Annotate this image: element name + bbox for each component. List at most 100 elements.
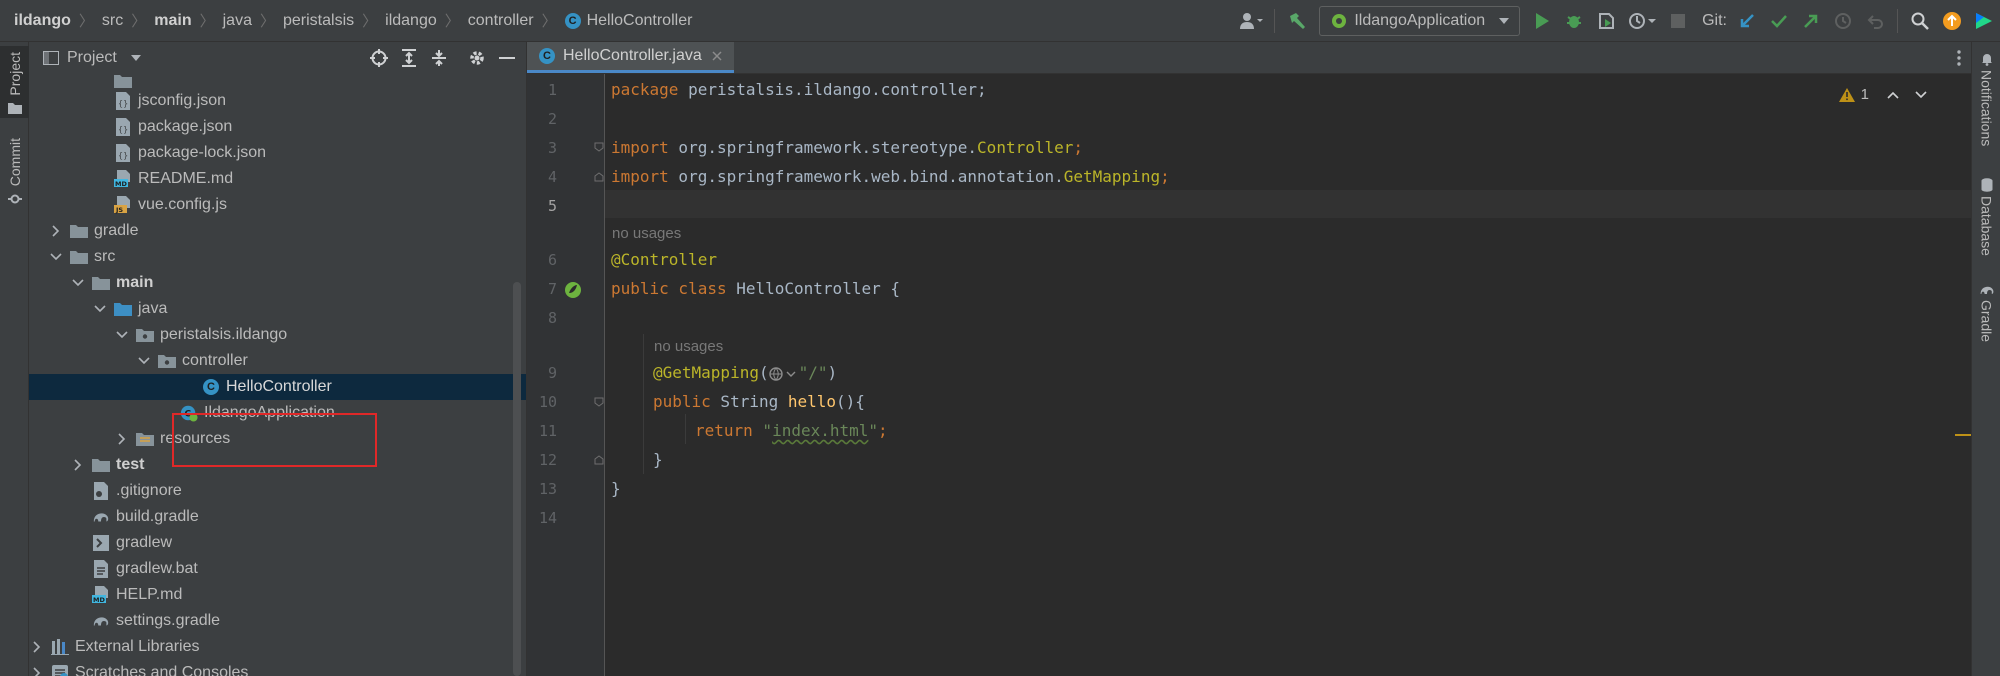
breadcrumb-main[interactable]: main bbox=[154, 12, 191, 30]
project-view-dropdown[interactable] bbox=[130, 55, 141, 61]
tool-window-project-tab[interactable]: Project bbox=[0, 46, 29, 118]
chevron-down-icon[interactable] bbox=[70, 275, 86, 291]
tree-row-hellocontroller[interactable]: C HelloController bbox=[29, 374, 526, 400]
git-commit-check-icon[interactable] bbox=[1763, 5, 1795, 37]
chevron-right-icon[interactable] bbox=[29, 665, 45, 676]
tree-row-gitignore[interactable]: .gitignore bbox=[29, 478, 526, 504]
git-rollback-icon[interactable] bbox=[1859, 5, 1891, 37]
git-history-icon[interactable] bbox=[1827, 5, 1859, 37]
svg-text:{}: {} bbox=[118, 125, 128, 134]
warning-icon bbox=[1838, 87, 1855, 102]
inlay-hint-no-usages[interactable]: no usages bbox=[612, 225, 681, 242]
tree-row-package-controller[interactable]: controller bbox=[29, 348, 526, 374]
search-icon[interactable] bbox=[1904, 5, 1936, 37]
tree-label: build.gradle bbox=[116, 508, 199, 525]
spring-bean-gutter-icon[interactable] bbox=[563, 280, 583, 300]
tree-row-external-libraries[interactable]: External Libraries bbox=[29, 634, 526, 660]
tool-window-gradle-tab[interactable]: Gradle bbox=[1972, 284, 2000, 342]
tree-row-build-gradle[interactable]: build.gradle bbox=[29, 504, 526, 530]
chevron-down-icon bbox=[1499, 18, 1510, 24]
run-configuration-selector[interactable]: IldangoApplication bbox=[1319, 6, 1521, 36]
tree-row-settings-gradle[interactable]: settings.gradle bbox=[29, 608, 526, 634]
tree-row-package-peristalsis[interactable]: peristalsis.ildango bbox=[29, 322, 526, 348]
fold-marker-icon[interactable] bbox=[594, 397, 604, 407]
run-configuration-label: IldangoApplication bbox=[1354, 12, 1486, 29]
breadcrumb-java[interactable]: java bbox=[223, 12, 252, 30]
json-file-icon: {} bbox=[114, 144, 132, 162]
inlay-hint-no-usages[interactable]: no usages bbox=[654, 338, 723, 355]
breadcrumb-project[interactable]: ildango bbox=[14, 12, 71, 30]
inspection-widget[interactable]: 1 bbox=[1838, 86, 1927, 103]
tree-row-vue-config[interactable]: JS vue.config.js bbox=[29, 192, 526, 218]
tree-row-ildangoapplication[interactable]: C IldangoApplication bbox=[29, 400, 526, 426]
breadcrumb-src[interactable]: src bbox=[102, 12, 123, 30]
folder-icon bbox=[70, 248, 88, 266]
code-line-1: package peristalsis.ildango.controller; bbox=[611, 80, 987, 99]
tree-label: package.json bbox=[138, 118, 233, 135]
chevron-down-icon[interactable] bbox=[48, 249, 64, 265]
code-line-6: @Controller bbox=[611, 250, 717, 269]
warning-stripe-marker[interactable] bbox=[1955, 434, 1971, 436]
url-globe-icon[interactable] bbox=[768, 366, 799, 381]
tool-window-commit-tab[interactable]: Commit bbox=[0, 138, 29, 206]
svg-text:JS: JS bbox=[115, 206, 123, 214]
chevron-up-icon[interactable] bbox=[1887, 91, 1899, 99]
debug-bug-icon[interactable] bbox=[1558, 5, 1590, 37]
close-icon[interactable] bbox=[712, 51, 722, 61]
git-push-icon[interactable] bbox=[1795, 5, 1827, 37]
chevron-down-icon[interactable] bbox=[1915, 90, 1927, 99]
tree-label: java bbox=[138, 300, 168, 317]
profiler-icon[interactable] bbox=[1622, 5, 1662, 37]
bell-icon bbox=[1981, 54, 1992, 66]
fold-marker-icon[interactable] bbox=[594, 142, 604, 152]
stop-icon[interactable] bbox=[1662, 5, 1694, 37]
git-update-icon[interactable] bbox=[1731, 5, 1763, 37]
editor-tab-hellocontroller[interactable]: C HelloController.java bbox=[527, 42, 734, 73]
tree-row-gradlew[interactable]: gradlew bbox=[29, 530, 526, 556]
tree-row-readme[interactable]: MD README.md bbox=[29, 166, 526, 192]
breadcrumb-separator: 〉 bbox=[78, 13, 94, 30]
run-icon[interactable] bbox=[1526, 5, 1558, 37]
tree-row-gradle[interactable]: gradle bbox=[29, 218, 526, 244]
tree-row-test[interactable]: test bbox=[29, 452, 526, 478]
fold-marker-icon[interactable] bbox=[594, 172, 604, 182]
tree-row-resources[interactable]: resources bbox=[29, 426, 526, 452]
tree-row-scratches[interactable]: Scratches and Consoles bbox=[29, 660, 526, 676]
chevron-down-icon[interactable] bbox=[114, 327, 130, 343]
more-options-icon[interactable] bbox=[1957, 42, 1961, 74]
run-with-coverage-icon[interactable] bbox=[1590, 5, 1622, 37]
breadcrumb-separator: 〉 bbox=[362, 13, 378, 30]
tree-row-src[interactable]: src bbox=[29, 244, 526, 270]
ide-update-icon[interactable] bbox=[1936, 5, 1968, 37]
tool-window-database-tab[interactable]: Database bbox=[1972, 178, 2000, 256]
tree-row-java[interactable]: java bbox=[29, 296, 526, 322]
chevron-down-icon[interactable] bbox=[136, 353, 152, 369]
tree-row-main[interactable]: main bbox=[29, 270, 526, 296]
tree-row-jsconfig[interactable]: {} jsconfig.json bbox=[29, 88, 526, 114]
code-editor[interactable]: 1 2 3 4 5 6 7 8 9 10 11 12 13 14 package… bbox=[527, 74, 1971, 676]
breadcrumb-ildango[interactable]: ildango bbox=[385, 12, 437, 30]
chevron-right-icon[interactable] bbox=[48, 223, 64, 239]
scratches-icon bbox=[51, 664, 69, 676]
add-user-icon[interactable] bbox=[1236, 5, 1268, 37]
project-tree-scrollbar[interactable] bbox=[513, 282, 521, 676]
breadcrumb-peristalsis[interactable]: peristalsis bbox=[283, 12, 354, 30]
chevron-right-icon[interactable] bbox=[70, 457, 86, 473]
class-icon: C bbox=[202, 378, 220, 396]
fold-marker-icon[interactable] bbox=[594, 455, 604, 465]
tree-row-help-md[interactable]: MD HELP.md bbox=[29, 582, 526, 608]
toolbox-logo-icon[interactable] bbox=[1968, 5, 2000, 37]
tool-window-notifications-tab[interactable]: Notifications bbox=[1972, 52, 2000, 146]
class-icon: C bbox=[564, 12, 581, 29]
tree-row-package-lock[interactable]: {} package-lock.json bbox=[29, 140, 526, 166]
build-hammer-icon[interactable] bbox=[1281, 5, 1313, 37]
chevron-right-icon[interactable] bbox=[29, 639, 45, 655]
chevron-down-icon[interactable] bbox=[92, 301, 108, 317]
line-number: 3 bbox=[547, 139, 557, 157]
breadcrumb-controller[interactable]: controller bbox=[468, 12, 534, 30]
tree-row-package-json[interactable]: {} package.json bbox=[29, 114, 526, 140]
chevron-right-icon[interactable] bbox=[114, 431, 130, 447]
breadcrumb-hellocontroller[interactable]: C HelloController bbox=[564, 12, 692, 30]
json-file-icon: {} bbox=[114, 118, 132, 136]
tree-row-gradlew-bat[interactable]: gradlew.bat bbox=[29, 556, 526, 582]
